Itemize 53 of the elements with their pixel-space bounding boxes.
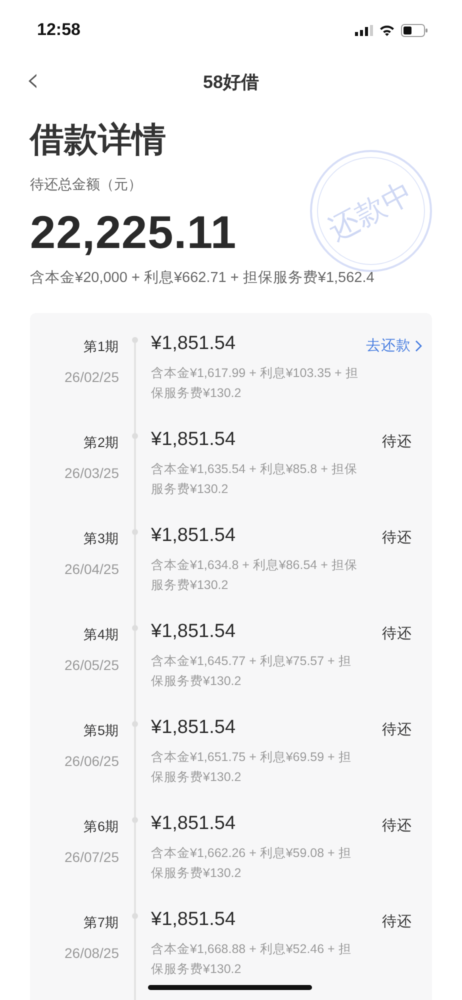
due-date: 26/05/25 <box>64 657 119 673</box>
period-label: 第7期 <box>83 914 119 932</box>
due-date: 26/02/25 <box>64 369 119 385</box>
installment-breakdown: 含本金¥1,617.99 + 利息¥103.35 + 担保服务费¥130.2 <box>151 365 359 402</box>
installment-breakdown: 含本金¥1,651.75 + 利息¥69.59 + 担保服务费¥130.2 <box>151 749 352 786</box>
signal-icon <box>355 24 373 36</box>
status-label: 待还 <box>382 625 412 643</box>
page-title: 借款详情 <box>30 120 167 161</box>
due-date: 26/04/25 <box>64 561 119 577</box>
period-label: 第1期 <box>83 338 119 356</box>
installment-breakdown: 含本金¥1,635.54 + 利息¥85.8 + 担保服务费¥130.2 <box>151 461 358 498</box>
installment-amount: ¥1,851.54 <box>151 909 237 931</box>
period-label: 第4期 <box>83 626 119 644</box>
installment-amount: ¥1,851.54 <box>151 717 237 739</box>
installment-breakdown: 含本金¥1,634.8 + 利息¥86.54 + 担保服务费¥130.2 <box>151 557 358 594</box>
period-label: 第5期 <box>83 722 119 740</box>
installment-amount: ¥1,851.54 <box>151 813 237 835</box>
battery-icon <box>401 24 428 36</box>
timeline-dot <box>132 721 138 727</box>
total-breakdown: 含本金¥20,000 + 利息¥662.71 + 担保服务费¥1,562.4 <box>30 269 376 287</box>
timeline-dot <box>132 817 138 823</box>
repay-link[interactable]: 去还款 <box>366 336 422 355</box>
installment-breakdown: 含本金¥1,662.26 + 利息¥59.08 + 担保服务费¥130.2 <box>151 845 352 882</box>
period-label: 第2期 <box>83 434 119 452</box>
status-label: 待还 <box>382 913 412 931</box>
installment-breakdown: 含本金¥1,645.77 + 利息¥75.57 + 担保服务费¥130.2 <box>151 653 352 690</box>
timeline-dot <box>132 433 138 439</box>
status-label: 待还 <box>382 721 412 739</box>
period-label: 第3期 <box>83 530 119 548</box>
timeline-dot <box>132 913 138 919</box>
timeline-dot <box>132 625 138 631</box>
period-label: 第6期 <box>83 818 119 836</box>
total-label: 待还总金额（元） <box>30 176 143 194</box>
due-date: 26/07/25 <box>64 849 119 865</box>
status-label: 待还 <box>382 817 412 835</box>
installment-amount: ¥1,851.54 <box>151 333 237 355</box>
status-time: 12:58 <box>37 20 80 40</box>
status-label: 待还 <box>382 433 412 451</box>
installment-breakdown: 含本金¥1,668.88 + 利息¥52.46 + 担保服务费¥130.2 <box>151 941 352 978</box>
wifi-icon <box>379 24 395 36</box>
due-date: 26/06/25 <box>64 753 119 769</box>
back-button[interactable]: ‹ <box>20 62 46 98</box>
total-amount: 22,225.11 <box>30 206 237 258</box>
status-label: 待还 <box>382 529 412 547</box>
due-date: 26/08/25 <box>64 945 119 961</box>
installment-amount: ¥1,851.54 <box>151 429 237 451</box>
nav-title: 58好借 <box>202 71 260 94</box>
chevron-icon <box>415 340 422 352</box>
due-date: 26/03/25 <box>64 465 119 481</box>
installment-amount: ¥1,851.54 <box>151 621 237 643</box>
timeline-dot <box>132 337 138 343</box>
timeline-dot <box>132 529 138 535</box>
installment-amount: ¥1,851.54 <box>151 525 237 547</box>
